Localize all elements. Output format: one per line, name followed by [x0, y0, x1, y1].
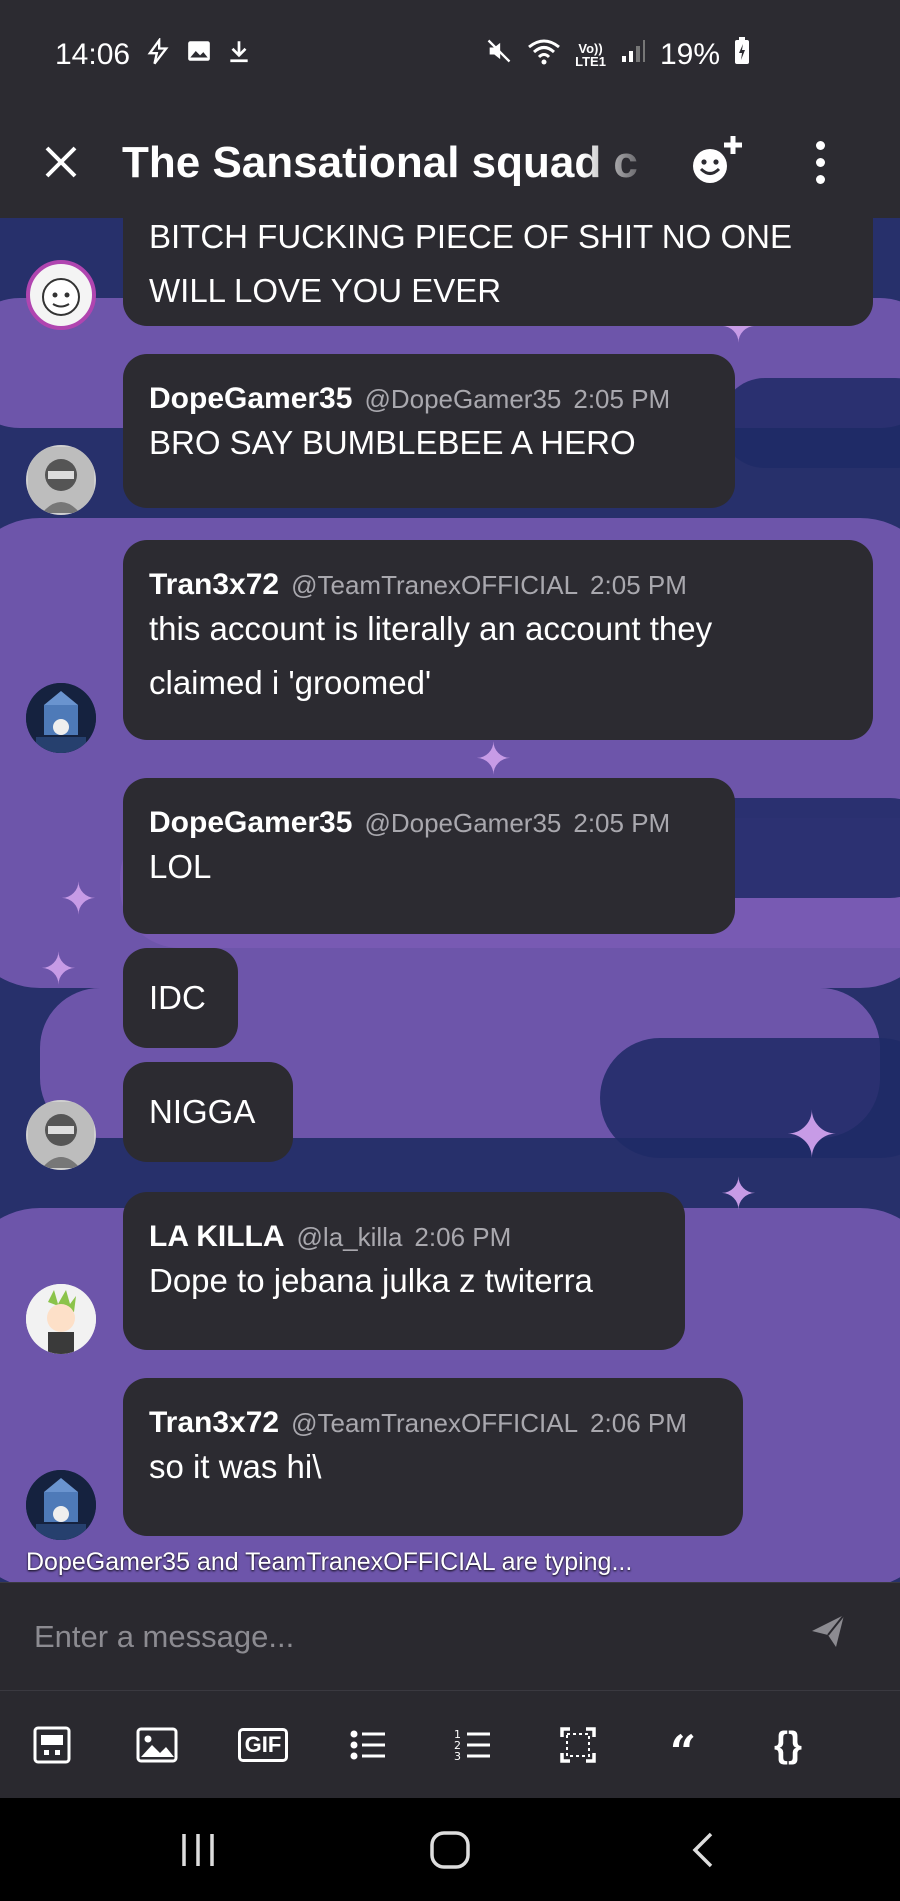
message-text: Dope to jebana julka z twiterra	[149, 1262, 593, 1299]
message-text: BRO SAY BUMBLEBEE A HERO	[149, 424, 636, 461]
status-right: Vo)) LTE1 19%	[485, 37, 750, 73]
message-meta: Tran3x72 @TeamTranexOFFICIAL 2:05 PM	[149, 568, 847, 602]
add-member-icon[interactable]	[688, 132, 748, 192]
message-text: IDC	[149, 979, 206, 1016]
send-icon[interactable]	[808, 1611, 856, 1659]
download-icon	[226, 38, 252, 72]
avatar[interactable]	[26, 1284, 96, 1354]
message-text: BITCH FUCKING PIECE OF SHIT NO ONE	[149, 218, 792, 255]
battery-percent: 19%	[659, 38, 720, 71]
message-input[interactable]	[34, 1607, 774, 1667]
message-author[interactable]: LA KILLA	[149, 1220, 285, 1254]
message-author[interactable]: DopeGamer35	[149, 806, 352, 840]
message-bubble[interactable]: NIGGA	[123, 1062, 293, 1162]
message-time: 2:05 PM	[573, 384, 671, 414]
avatar[interactable]	[26, 1470, 96, 1540]
svg-text:3: 3	[454, 1750, 461, 1763]
chat-header: The Sansational squad c	[0, 110, 900, 218]
bullet-list-icon[interactable]	[340, 1717, 396, 1773]
typing-indicator: DopeGamer35 and TeamTranexOFFICIAL are t…	[26, 1548, 633, 1576]
recents-icon[interactable]	[168, 1822, 228, 1878]
sparkle-icon: ✦	[720, 1170, 757, 1219]
gif-icon[interactable]: GIF	[235, 1717, 291, 1773]
more-vert-icon[interactable]	[800, 132, 840, 192]
message-bubble[interactable]: DopeGamer35 @DopeGamer35 2:05 PM LOL	[123, 778, 735, 934]
message-meta: Tran3x72 @TeamTranexOFFICIAL 2:06 PM	[149, 1406, 717, 1440]
composer	[0, 1582, 900, 1690]
back-icon[interactable]	[672, 1822, 732, 1878]
message-author[interactable]: Tran3x72	[149, 568, 279, 602]
message-text: LOL	[149, 848, 212, 885]
message-handle: @DopeGamer35	[364, 808, 562, 838]
avatar[interactable]	[26, 445, 96, 515]
network-type: Vo)) LTE1	[575, 41, 606, 69]
message-handle: @TeamTranexOFFICIAL	[291, 1408, 579, 1438]
message-handle: @DopeGamer35	[364, 384, 562, 414]
message-time: 2:06 PM	[590, 1408, 687, 1438]
message-text: so it was hi\	[149, 1448, 322, 1485]
code-icon[interactable]: {}	[760, 1717, 816, 1773]
message-meta: DopeGamer35 @DopeGamer35 2:05 PM	[149, 382, 709, 416]
avatar[interactable]	[26, 683, 96, 753]
quote-icon[interactable]: “	[655, 1717, 711, 1779]
sticker-icon[interactable]	[24, 1717, 80, 1773]
message-handle: @TeamTranexOFFICIAL	[291, 570, 579, 600]
status-left: 14:06	[55, 36, 252, 73]
message-meta: DopeGamer35 @DopeGamer35 2:05 PM	[149, 806, 709, 840]
message-bubble[interactable]: BITCH FUCKING PIECE OF SHIT NO ONE WILL …	[123, 218, 873, 326]
message-handle: @la_killa	[296, 1222, 403, 1252]
mute-icon	[485, 37, 513, 73]
message-time: 2:06 PM	[414, 1222, 512, 1252]
signal-icon	[620, 38, 646, 72]
image-icon[interactable]	[129, 1717, 185, 1773]
page-title: The Sansational squad c	[122, 138, 638, 187]
sparkle-icon: ✦	[40, 945, 77, 994]
message-author[interactable]: Tran3x72	[149, 1406, 279, 1440]
message-bubble[interactable]: DopeGamer35 @DopeGamer35 2:05 PM BRO SAY…	[123, 354, 735, 508]
message-text: this account is literally an account the…	[149, 610, 713, 647]
home-icon[interactable]	[420, 1822, 480, 1878]
sparkle-icon: ✦	[60, 875, 97, 924]
image-icon	[186, 38, 212, 72]
flash-icon	[144, 36, 172, 73]
message-text: claimed i 'groomed'	[149, 664, 432, 701]
message-bubble[interactable]: LA KILLA @la_killa 2:06 PM Dope to jeban…	[123, 1192, 685, 1350]
clock: 14:06	[55, 38, 131, 71]
message-meta: LA KILLA @la_killa 2:06 PM	[149, 1220, 659, 1254]
message-time: 2:05 PM	[573, 808, 671, 838]
background-cloud	[720, 378, 900, 468]
chat-area[interactable]: ✦ ✦ ✦ ✦ ✦ ✦ ✦ BITCH FUCKING PIECE OF SHI…	[0, 218, 900, 1582]
battery-icon	[734, 37, 750, 73]
avatar[interactable]	[26, 260, 96, 330]
wifi-icon	[527, 37, 561, 73]
message-bubble[interactable]: Tran3x72 @TeamTranexOFFICIAL 2:05 PM thi…	[123, 540, 873, 740]
message-text: NIGGA	[149, 1093, 256, 1130]
message-author[interactable]: DopeGamer35	[149, 382, 352, 416]
close-icon[interactable]	[38, 132, 84, 192]
message-bubble[interactable]: IDC	[123, 948, 238, 1048]
numbered-list-icon[interactable]: 123	[445, 1717, 501, 1773]
system-nav-bar	[0, 1798, 900, 1901]
message-time: 2:05 PM	[590, 570, 687, 600]
message-bubble[interactable]: Tran3x72 @TeamTranexOFFICIAL 2:06 PM so …	[123, 1378, 743, 1536]
message-text: WILL LOVE YOU EVER	[149, 272, 502, 309]
background-cloud	[600, 1038, 900, 1158]
sparkle-icon: ✦	[475, 735, 512, 784]
avatar[interactable]	[26, 1100, 96, 1170]
formatting-toolbar: GIF 123 “ {}	[0, 1690, 900, 1798]
status-bar: 14:06 Vo)) LTE1 19%	[0, 0, 900, 110]
sparkle-icon: ✦	[785, 1099, 839, 1171]
spoiler-icon[interactable]	[550, 1717, 606, 1773]
